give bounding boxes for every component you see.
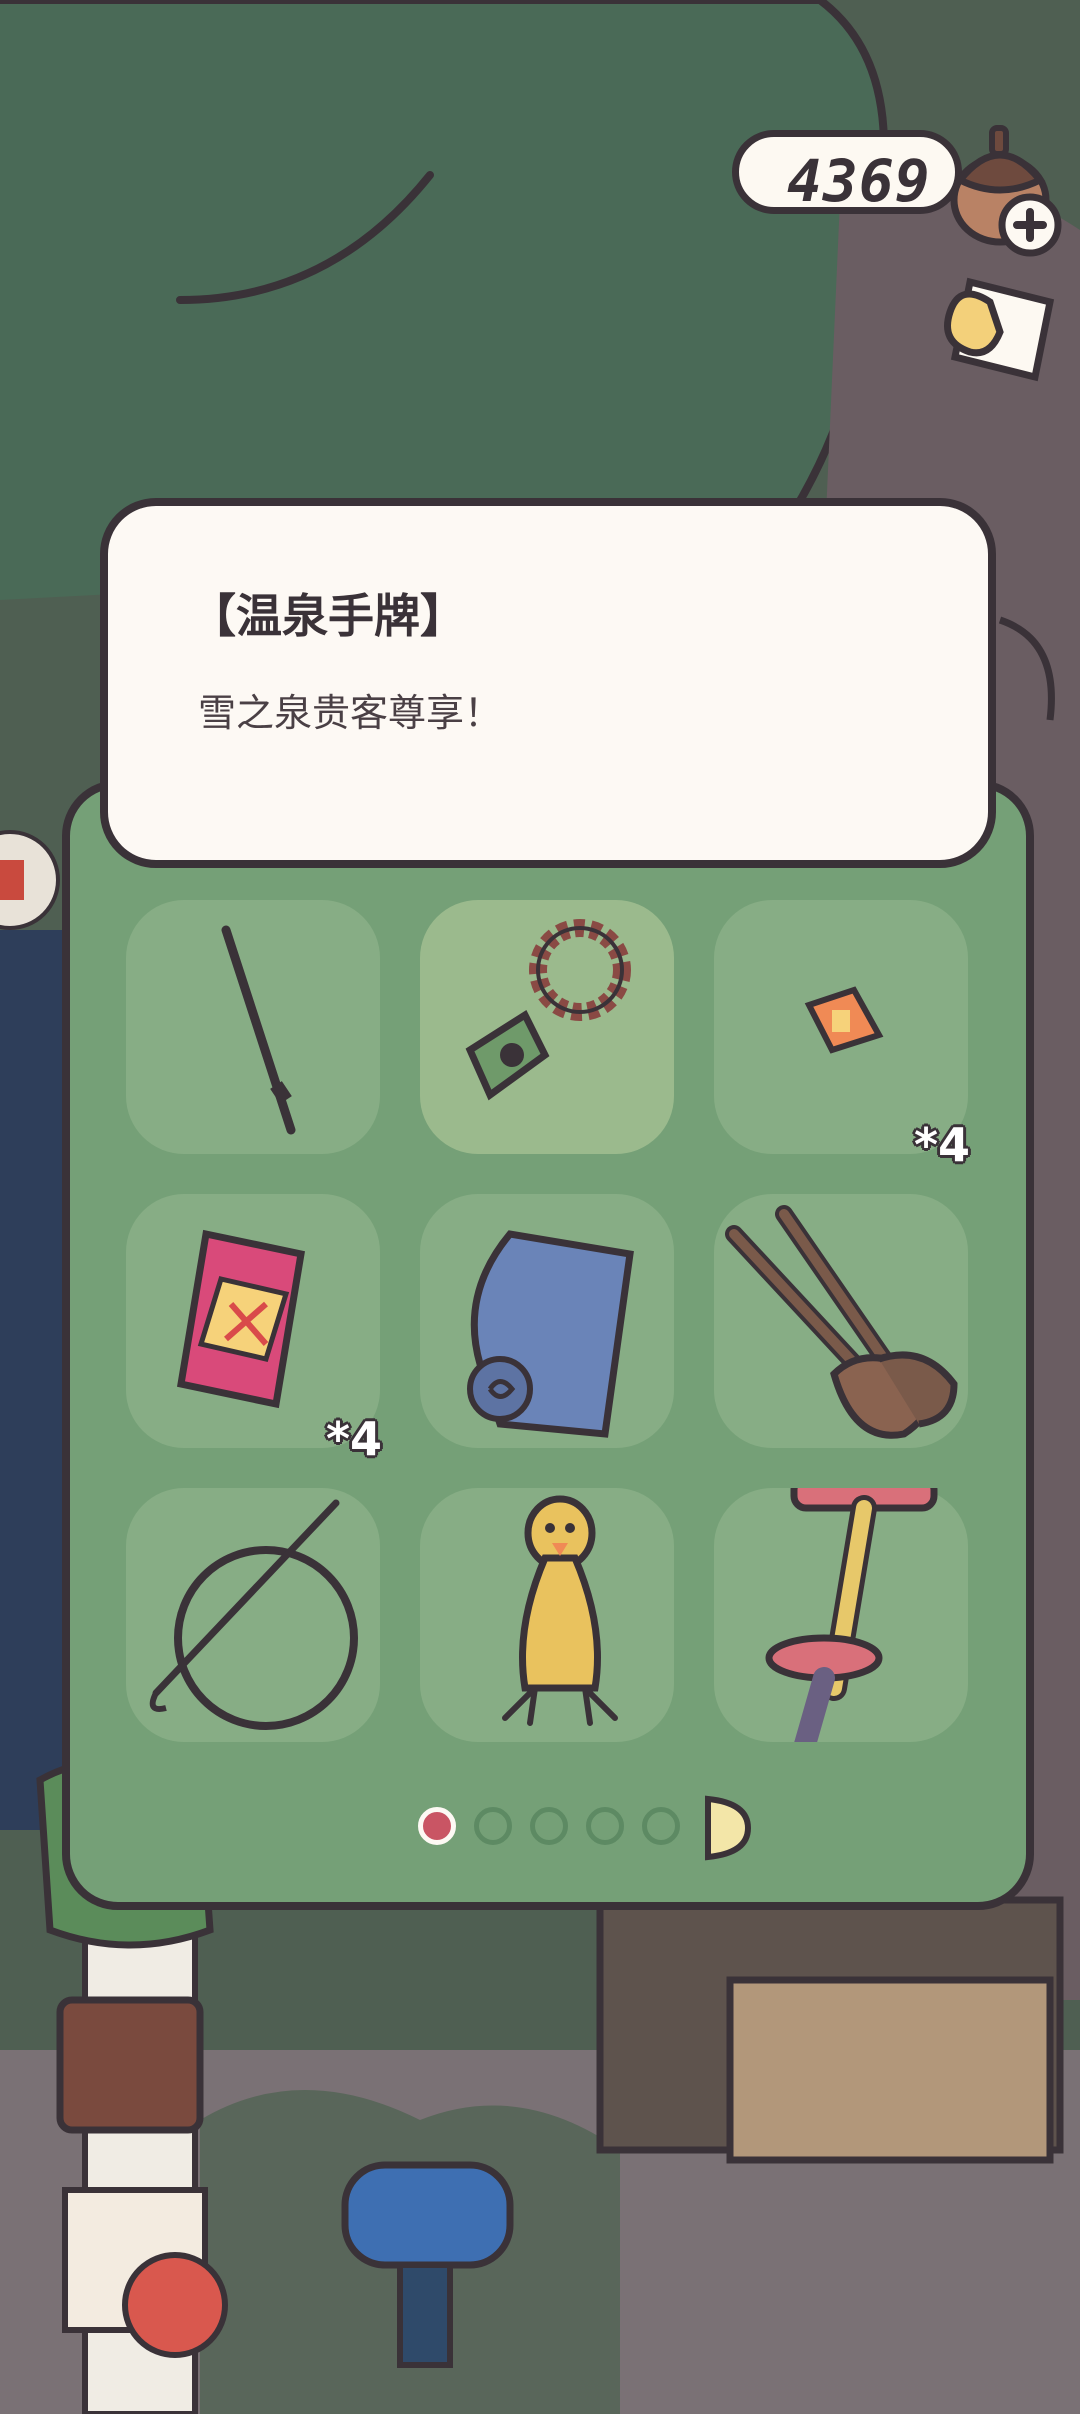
blue-mat-icon	[467, 1230, 634, 1438]
page-dot-1[interactable]	[418, 1807, 456, 1845]
inventory-slot[interactable]	[714, 1488, 968, 1742]
onsen-tag-bead-icon	[465, 919, 631, 1101]
currency-display: 4369	[732, 130, 962, 215]
rubber-duck-toy-icon	[502, 1495, 618, 1726]
item-count: *4	[913, 1118, 970, 1172]
firework-box-icon	[176, 1229, 306, 1409]
ticket-icon[interactable]	[930, 272, 1062, 392]
hoop-and-stick-icon	[149, 1499, 358, 1730]
inventory-slot[interactable]	[420, 1488, 674, 1742]
inventory-slot[interactable]	[420, 1194, 674, 1448]
page-dot-4[interactable]	[586, 1807, 624, 1845]
page-dot-2[interactable]	[474, 1807, 512, 1845]
item-detail-card: 【温泉手牌】 雪之泉贵客尊享！	[100, 498, 996, 868]
ticket-small-icon	[804, 986, 884, 1054]
item-count: *4	[325, 1412, 382, 1466]
page-dot-3[interactable]	[530, 1807, 568, 1845]
inventory-slot[interactable]: *4	[714, 900, 970, 1172]
next-page-arrow-icon[interactable]	[698, 1793, 754, 1863]
item-description: 雪之泉贵客尊享！	[198, 691, 503, 735]
side-event-badge[interactable]	[0, 820, 62, 940]
inventory-slot[interactable]	[714, 1194, 968, 1448]
item-title: 【温泉手牌】	[190, 589, 466, 643]
fishing-rod-stick-icon	[221, 925, 296, 1135]
inventory-slot[interactable]	[126, 900, 380, 1154]
page-dot-5[interactable]	[642, 1807, 680, 1845]
currency-amount: 4369	[787, 147, 931, 215]
page-indicator	[418, 1795, 752, 1861]
inventory-slot[interactable]	[126, 1488, 380, 1742]
pogo-stick-icon	[765, 1488, 938, 1742]
inventory-slot[interactable]	[420, 900, 674, 1154]
wooden-paddles-icon	[725, 1205, 958, 1439]
add-currency-button[interactable]	[995, 190, 1065, 260]
inventory-slot[interactable]: *4	[126, 1194, 382, 1466]
